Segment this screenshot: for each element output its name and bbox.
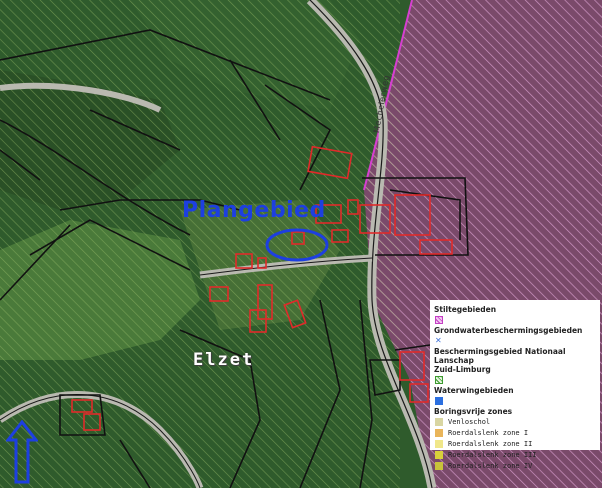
legend-boring-swatch xyxy=(435,439,443,448)
legend-boring-item: Venloschol xyxy=(434,416,600,427)
legend-nationaal-title-line1: Beschermingsgebied Nationaal Lanschap xyxy=(434,347,566,365)
legend-boring-label: Roerdalslenk zone IV xyxy=(448,461,533,470)
legend-boring-swatch xyxy=(435,428,443,437)
legend-water-title: Waterwingebieden xyxy=(434,386,514,395)
legend-boring-item: Roerdalslenk zone III xyxy=(434,449,600,460)
legend-boring-swatch xyxy=(435,461,443,470)
legend-boring-label: Roerdalslenk zone I xyxy=(448,428,529,437)
legend-nationaal-title-line2: Zuid-Limburg xyxy=(434,365,491,374)
legend-boring-item: Roerdalslenk zone II xyxy=(434,438,600,449)
map-legend: Stiltegebieden Grondwaterbeschermingsgeb… xyxy=(430,300,600,470)
legend-stilte-swatch xyxy=(435,316,443,324)
legend-grondwater-title: Grondwaterbeschermingsgebieden xyxy=(434,326,583,335)
legend-boring-label: Venloschol xyxy=(448,417,491,426)
north-arrow-icon xyxy=(6,420,38,484)
legend-boring-title: Boringsvrije zones xyxy=(434,407,513,416)
legend-boring-label: Roerdalslenk zone III xyxy=(448,450,537,459)
legend-grondwater-symbol-icon: ✕ xyxy=(435,336,442,345)
legend-nationaal-swatch xyxy=(435,376,443,384)
legend-water-swatch xyxy=(435,397,443,405)
legend-boring-item: Roerdalslenk zone IV xyxy=(434,460,600,471)
plangebied-label: Plangebied xyxy=(182,198,326,223)
legend-boring-list: Venloschol Roerdalslenk zone I Roerdalsl… xyxy=(434,416,600,471)
place-label-elzet: Elzet xyxy=(193,350,255,370)
legend-boring-swatch xyxy=(435,417,443,426)
legend-boring-swatch xyxy=(435,450,443,459)
legend-nationaal-title: Beschermingsgebied Nationaal Lanschap Zui… xyxy=(434,347,600,374)
legend-boring-label: Roerdalslenk zone II xyxy=(448,439,533,448)
legend-stilte-title: Stiltegebieden xyxy=(434,305,497,314)
legend-boring-item: Roerdalslenk zone I xyxy=(434,427,600,438)
